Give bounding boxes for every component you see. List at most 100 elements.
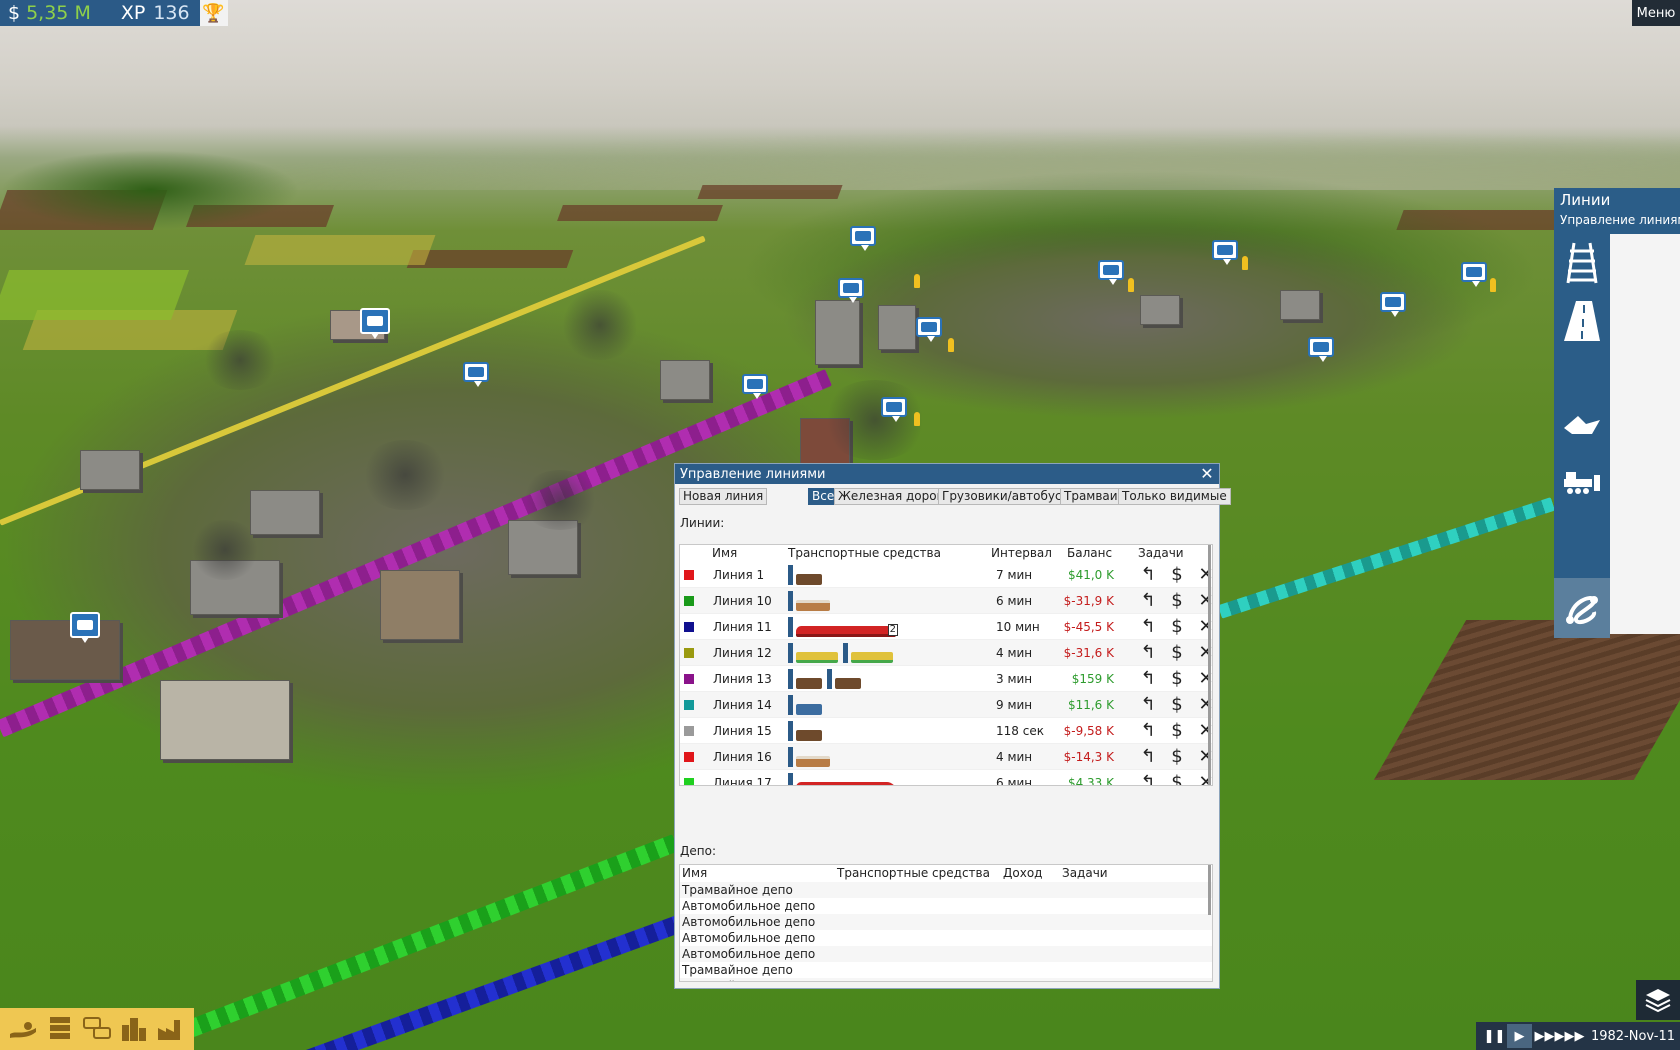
line-color-swatch[interactable] [684,674,694,684]
line-row[interactable]: Линия 14 9 мин $11,6 K ↰ $ ✕ [680,692,1212,718]
line-vehicles[interactable] [788,721,822,741]
finance-icon[interactable]: $ [1167,669,1187,689]
line-row[interactable]: Линия 17 мин $41,0 K ↰ $ ✕ [680,562,1212,588]
menu-button[interactable]: Меню [1632,0,1680,26]
industry-icon[interactable] [155,1014,187,1044]
finance-icon[interactable]: $ [1167,721,1187,741]
depot-marker[interactable] [70,612,100,643]
col-balance[interactable]: Баланс [1067,546,1112,560]
line-color-swatch[interactable] [684,596,694,606]
trophy-icon[interactable]: 🏆 [199,0,228,26]
line-color-swatch[interactable] [684,648,694,658]
finance-icon[interactable]: $ [1167,747,1187,767]
line-row[interactable]: Линия 10 6 мин $-31,9 K ↰ $ ✕ [680,588,1212,614]
redirect-icon[interactable]: ↰ [1138,747,1158,767]
city-icon[interactable] [118,1014,150,1044]
line-vehicles[interactable] [788,643,893,663]
line-color-swatch[interactable] [684,726,694,736]
depot-row[interactable]: Автомобильное депо [680,914,1212,930]
bus-stop-marker[interactable] [838,278,864,303]
layers-icon[interactable] [1636,980,1680,1020]
line-vehicles[interactable] [788,669,861,689]
finance-icon[interactable]: $ [1167,643,1187,663]
lines-scrollbar[interactable] [1208,545,1211,785]
depot-col-vehicles[interactable]: Транспортные средства [837,866,990,880]
filter-road-button[interactable]: Грузовики/автобусы [938,488,1076,505]
depot-col-name[interactable]: Имя [682,866,707,880]
only-visible-toggle[interactable]: Только видимые [1118,488,1231,505]
col-name[interactable]: Имя [712,546,737,560]
depot-row[interactable]: Автомобильное депо [680,898,1212,914]
redirect-icon[interactable]: ↰ [1138,617,1158,637]
bus-stop-marker[interactable] [1380,292,1406,317]
pause-icon[interactable]: ❚❚ [1482,1024,1507,1048]
depot-row[interactable]: Трамвайное депо [680,882,1212,898]
redirect-icon[interactable]: ↰ [1138,695,1158,715]
line-row[interactable]: Линия 13 3 мин $159 K ↰ $ ✕ [680,666,1212,692]
redirect-icon[interactable]: ↰ [1138,591,1158,611]
redirect-icon[interactable]: ↰ [1138,565,1158,585]
line-color-swatch[interactable] [684,752,694,762]
line-row[interactable]: Линия 15 118 сек $-9,58 K ↰ $ ✕ [680,718,1212,744]
redirect-icon[interactable]: ↰ [1138,773,1158,786]
bus-stop-marker[interactable] [1098,260,1124,285]
finance-icon[interactable]: $ [1167,565,1187,585]
bulldozer-icon[interactable] [1560,458,1604,504]
fastest-icon[interactable]: ▶▶▶ [1555,1024,1585,1048]
rail-icon[interactable] [1560,240,1604,286]
line-color-swatch[interactable] [684,622,694,632]
col-interval[interactable]: Интервал [991,546,1052,560]
line-row[interactable]: Линия 11 2 10 мин $-45,5 K ↰ $ ✕ [680,614,1212,640]
money-icon[interactable] [7,1014,39,1044]
terrain-icon[interactable] [1560,402,1604,448]
bus-stop-marker[interactable] [1308,337,1334,362]
depot-row[interactable]: Автомобильное депо [680,946,1212,962]
depot-row[interactable]: Автомобильное депо [680,930,1212,946]
redirect-icon[interactable]: ↰ [1138,643,1158,663]
line-color-swatch[interactable] [684,778,694,785]
money-value[interactable]: 5,35 M [26,2,121,24]
new-line-button[interactable]: Новая линия [679,488,768,505]
close-icon[interactable]: ✕ [1199,465,1215,483]
bus-stop-marker[interactable] [463,362,489,387]
finance-icon[interactable]: $ [1167,591,1187,611]
depot-row[interactable]: Трамвайное депо [680,978,1212,981]
bus-stop-marker[interactable] [742,374,768,399]
messages-icon[interactable] [81,1014,113,1044]
line-color-swatch[interactable] [684,700,694,710]
filter-tram-button[interactable]: Трамваи [1060,488,1122,505]
bus-stop-marker[interactable] [1461,262,1487,287]
line-row[interactable]: Линия 12 4 мин $-31,6 K ↰ $ ✕ [680,640,1212,666]
vehicles-icon[interactable] [44,1014,76,1044]
line-vehicles[interactable] [788,695,822,715]
fast-forward-icon[interactable]: ▶▶ [1532,1024,1557,1048]
finance-icon[interactable]: $ [1167,695,1187,715]
dialog-titlebar[interactable]: Управление линиями ✕ [675,464,1219,484]
line-row[interactable]: Линия 16 4 мин $-14,3 K ↰ $ ✕ [680,744,1212,770]
play-icon[interactable]: ▶ [1507,1024,1532,1048]
depots-scrollbar[interactable] [1208,865,1211,915]
redirect-icon[interactable]: ↰ [1138,669,1158,689]
line-color-swatch[interactable] [684,570,694,580]
road-icon[interactable] [1560,298,1604,344]
line-row[interactable]: Линия 17 6 мин $4,33 K ↰ $ ✕ [680,770,1212,786]
bus-stop-marker[interactable] [850,226,876,251]
depot-row[interactable]: Трамвайное депо [680,962,1212,978]
filter-rail-button[interactable]: Железная дорога [834,488,955,505]
redirect-icon[interactable]: ↰ [1138,721,1158,741]
bus-stop-marker[interactable] [1212,240,1238,265]
building [815,300,860,365]
depot-marker[interactable] [360,308,390,339]
depot-col-income[interactable]: Доход [1003,866,1042,880]
bus-stop-marker[interactable] [881,397,907,422]
line-vehicles[interactable] [788,565,822,585]
col-vehicles[interactable]: Транспортные средства [788,546,941,560]
finance-icon[interactable]: $ [1167,773,1187,786]
line-vehicles[interactable] [788,773,896,785]
line-vehicles[interactable] [788,591,830,611]
lines-icon[interactable] [1554,578,1610,638]
line-vehicles[interactable] [788,747,830,767]
finance-icon[interactable]: $ [1167,617,1187,637]
line-vehicles[interactable]: 2 [788,617,898,637]
bus-stop-marker[interactable] [916,317,942,342]
